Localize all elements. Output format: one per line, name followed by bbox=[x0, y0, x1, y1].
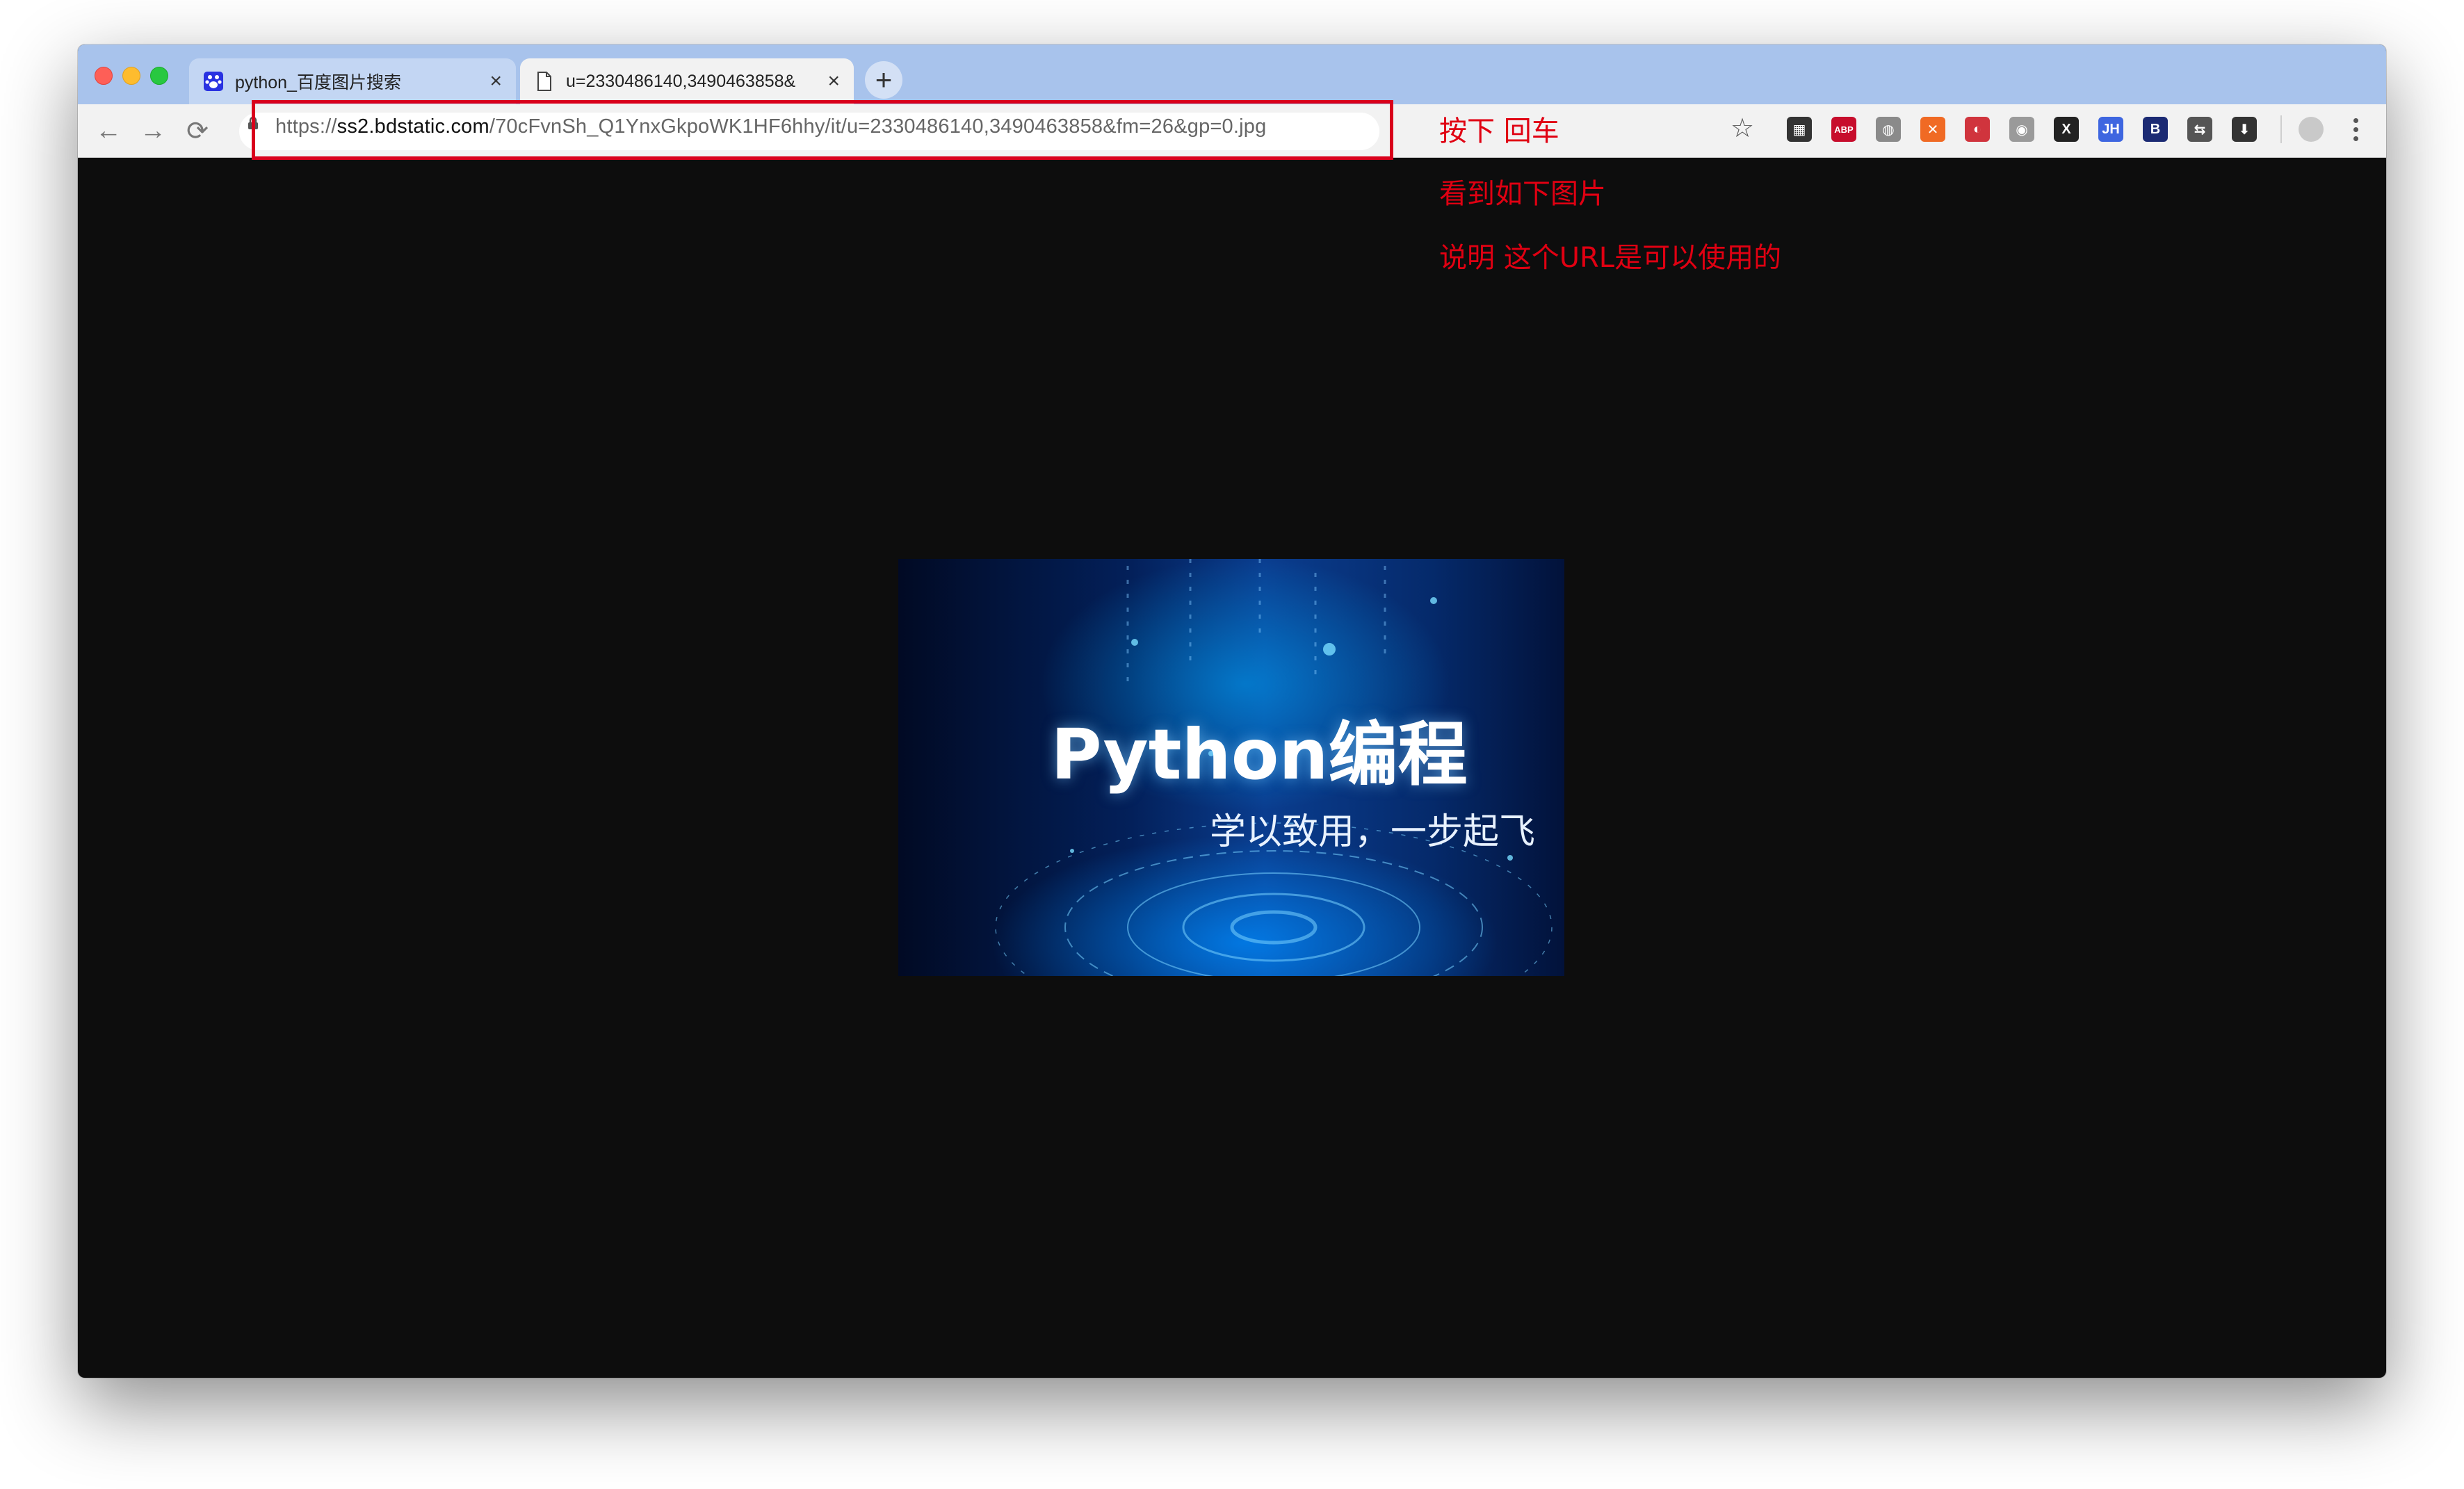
b-icon[interactable]: B bbox=[2143, 117, 2168, 142]
tab-image-url[interactable]: u=2330486140,3490463858& × bbox=[520, 58, 854, 104]
tab-title: u=2330486140,3490463858& bbox=[566, 71, 796, 91]
tab-close-icon[interactable]: × bbox=[827, 70, 840, 93]
image-title: Python编程 bbox=[1051, 714, 1468, 795]
close-window-button[interactable] bbox=[95, 67, 113, 85]
back-button[interactable]: ← bbox=[92, 114, 125, 147]
image-subtitle: 学以致用，一步起飞 bbox=[1209, 811, 1535, 853]
displayed-image: Python编程 学以致用，一步起飞 bbox=[898, 559, 1564, 976]
zoom-window-button[interactable] bbox=[150, 67, 168, 85]
translate-flag-icon[interactable]: ◐ bbox=[1965, 117, 1990, 142]
tab-close-icon[interactable]: × bbox=[489, 70, 502, 93]
profile-avatar-icon[interactable] bbox=[2299, 117, 2324, 142]
tab-title: python_百度图片搜索 bbox=[235, 73, 401, 92]
x-square-icon[interactable]: X bbox=[2054, 117, 2079, 142]
adblock-plus-icon[interactable]: ABP bbox=[1831, 117, 1856, 142]
browser-menu-icon[interactable] bbox=[2349, 113, 2362, 146]
qr-code-icon[interactable]: ▦ bbox=[1787, 117, 1812, 142]
new-tab-button[interactable]: + bbox=[865, 61, 902, 99]
reload-button[interactable]: ⟳ bbox=[181, 114, 214, 147]
orange-x-icon[interactable]: ✕ bbox=[1920, 117, 1945, 142]
minimize-window-button[interactable] bbox=[122, 67, 140, 85]
toolbar-separator bbox=[2280, 115, 2282, 143]
bookmark-star-icon[interactable]: ☆ bbox=[1728, 114, 1756, 143]
globe-icon[interactable]: ◍ bbox=[1876, 117, 1901, 142]
translate-icon[interactable]: ⇆ bbox=[2187, 117, 2212, 142]
forward-button[interactable]: → bbox=[136, 114, 170, 147]
url-highlight-box bbox=[252, 100, 1393, 160]
tab-strip: python_百度图片搜索 × u=2330486140,3490463858&… bbox=[78, 44, 2386, 104]
tab-baidu-image-search[interactable]: python_百度图片搜索 × bbox=[189, 58, 516, 104]
jh-icon[interactable]: JH bbox=[2098, 117, 2123, 142]
gray-globe-icon[interactable]: ◉ bbox=[2009, 117, 2034, 142]
baidu-paw-icon bbox=[203, 71, 224, 92]
download-icon[interactable]: ⬇ bbox=[2232, 117, 2257, 142]
annotation-press-enter: 按下 回车 bbox=[1439, 115, 1559, 147]
annotation-see-image: 看到如下图片 bbox=[1439, 178, 1606, 210]
annotation-url-usable: 说明 这个URL是可以使用的 bbox=[1439, 242, 1782, 274]
document-icon bbox=[534, 71, 555, 92]
